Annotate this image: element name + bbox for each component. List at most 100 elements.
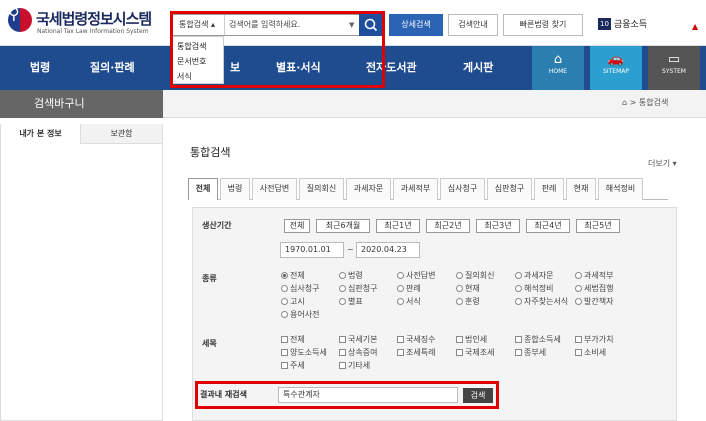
type-option[interactable]: 별표 <box>339 296 363 307</box>
radio-icon[interactable] <box>281 311 288 318</box>
type-option[interactable]: 세법집행 <box>575 283 613 294</box>
type-option[interactable]: 법령 <box>339 270 363 281</box>
tax-option[interactable]: 소비세 <box>575 347 606 358</box>
type-option[interactable]: 현재 <box>456 283 480 294</box>
checkbox-icon[interactable] <box>339 336 346 343</box>
type-option[interactable]: 해석정비 <box>515 283 553 294</box>
type-option[interactable]: 전체 <box>281 270 305 281</box>
date-from-input[interactable]: 1970.01.01 <box>280 242 344 258</box>
logo-title[interactable]: 국세법령정보시스템 <box>36 8 152 29</box>
checkbox-icon[interactable] <box>456 336 463 343</box>
tab-viewed-info[interactable]: 내가 본 정보 <box>1 124 81 144</box>
checkbox-icon[interactable] <box>575 336 582 343</box>
type-option[interactable]: 고시 <box>281 296 305 307</box>
type-option[interactable]: 자주찾는서식 <box>515 296 568 307</box>
checkbox-icon[interactable] <box>575 349 582 356</box>
tax-option[interactable]: 양도소득세 <box>281 347 327 358</box>
radio-icon[interactable] <box>281 272 288 279</box>
type-option[interactable]: 질의회신 <box>456 270 494 281</box>
home-button[interactable]: ⌂ HOME <box>532 46 584 90</box>
tab-examination[interactable]: 심사청구 <box>440 178 485 200</box>
checkbox-icon[interactable] <box>281 362 288 369</box>
tax-option[interactable]: 조세특례 <box>397 347 435 358</box>
radio-icon[interactable] <box>515 298 522 305</box>
tax-option[interactable]: 국세징수 <box>397 334 435 345</box>
tax-option[interactable]: 부가가치 <box>575 334 613 345</box>
tax-option[interactable]: 기타세 <box>339 360 370 371</box>
period-1y-button[interactable]: 최근1년 <box>376 219 420 233</box>
radio-icon[interactable] <box>515 285 522 292</box>
radio-icon[interactable] <box>339 298 346 305</box>
radio-icon[interactable] <box>575 298 582 305</box>
tab-interpretation[interactable]: 해석정비 <box>598 178 643 200</box>
tab-pre-answer[interactable]: 사전답변 <box>252 178 297 200</box>
radio-icon[interactable] <box>397 285 404 292</box>
system-button[interactable]: ▭ SYSTEM <box>648 46 700 90</box>
radio-icon[interactable] <box>515 272 522 279</box>
advanced-search-button[interactable]: 상세검색 <box>389 14 443 36</box>
tab-adjudication[interactable]: 심판청구 <box>487 178 532 200</box>
radio-icon[interactable] <box>575 285 582 292</box>
nav-item-qa-precedent[interactable]: 질의·판례 <box>90 46 135 90</box>
period-all-button[interactable]: 전체 <box>284 219 310 233</box>
trending-keyword[interactable]: 금융소득 <box>614 17 647 30</box>
tax-option[interactable]: 국제조세 <box>456 347 494 358</box>
checkbox-icon[interactable] <box>281 349 288 356</box>
tax-option[interactable]: 법인세 <box>456 334 487 345</box>
checkbox-icon[interactable] <box>397 349 404 356</box>
type-option[interactable]: 심사청구 <box>281 283 319 294</box>
sitemap-button[interactable]: 🚗 SITEMAP <box>590 46 642 90</box>
tab-constitutional[interactable]: 현재 <box>566 178 596 200</box>
checkbox-icon[interactable] <box>339 349 346 356</box>
type-option[interactable]: 사전답변 <box>397 270 435 281</box>
period-6m-button[interactable]: 최근6개월 <box>316 219 370 233</box>
more-link[interactable]: 더보기 ▾ <box>648 158 677 169</box>
radio-icon[interactable] <box>456 272 463 279</box>
tax-option[interactable]: 종부세 <box>515 347 546 358</box>
radio-icon[interactable] <box>281 298 288 305</box>
type-option[interactable]: 판례 <box>397 283 421 294</box>
radio-icon[interactable] <box>456 285 463 292</box>
tax-option[interactable]: 국세기본 <box>339 334 377 345</box>
tab-all[interactable]: 전체 <box>188 178 218 200</box>
period-4y-button[interactable]: 최근4년 <box>526 219 570 233</box>
search-guide-button[interactable]: 검색안내 <box>448 14 498 36</box>
tab-law[interactable]: 법령 <box>220 178 250 200</box>
checkbox-icon[interactable] <box>281 336 288 343</box>
tax-option[interactable]: 상속증여 <box>339 347 377 358</box>
period-2y-button[interactable]: 최근2년 <box>426 219 470 233</box>
type-option[interactable]: 훈령 <box>456 296 480 307</box>
checkbox-icon[interactable] <box>456 349 463 356</box>
tab-inquiry[interactable]: 질의회신 <box>299 178 344 200</box>
tab-storage[interactable]: 보관함 <box>81 124 162 144</box>
tab-tax-advice[interactable]: 과세자문 <box>346 178 391 200</box>
radio-icon[interactable] <box>397 272 404 279</box>
type-option[interactable]: 서식 <box>397 296 421 307</box>
checkbox-icon[interactable] <box>339 362 346 369</box>
checkbox-icon[interactable] <box>515 336 522 343</box>
checkbox-icon[interactable] <box>397 336 404 343</box>
type-option[interactable]: 용어사전 <box>281 309 319 320</box>
radio-icon[interactable] <box>397 298 404 305</box>
nav-item-law[interactable]: 법령 <box>30 46 50 90</box>
date-to-input[interactable]: 2020.04.23 <box>356 242 420 258</box>
quick-law-button[interactable]: 빠른법령 찾기 <box>503 14 583 36</box>
tax-option[interactable]: 전체 <box>281 334 305 345</box>
radio-icon[interactable] <box>339 272 346 279</box>
nav-item-board[interactable]: 게시판 <box>463 46 493 90</box>
type-option[interactable]: 과세자문 <box>515 270 553 281</box>
type-option[interactable]: 과세적부 <box>575 270 613 281</box>
radio-icon[interactable] <box>339 285 346 292</box>
tab-precedent[interactable]: 판례 <box>534 178 564 200</box>
checkbox-icon[interactable] <box>515 349 522 356</box>
tab-tax-review[interactable]: 과세적부 <box>393 178 438 200</box>
radio-icon[interactable] <box>281 285 288 292</box>
tax-option[interactable]: 종합소득세 <box>515 334 561 345</box>
type-option[interactable]: 심판청구 <box>339 283 377 294</box>
type-option[interactable]: 발간책자 <box>575 296 613 307</box>
tax-option[interactable]: 주세 <box>281 360 305 371</box>
period-3y-button[interactable]: 최근3년 <box>476 219 520 233</box>
radio-icon[interactable] <box>575 272 582 279</box>
radio-icon[interactable] <box>456 298 463 305</box>
period-5y-button[interactable]: 최근5년 <box>576 219 620 233</box>
